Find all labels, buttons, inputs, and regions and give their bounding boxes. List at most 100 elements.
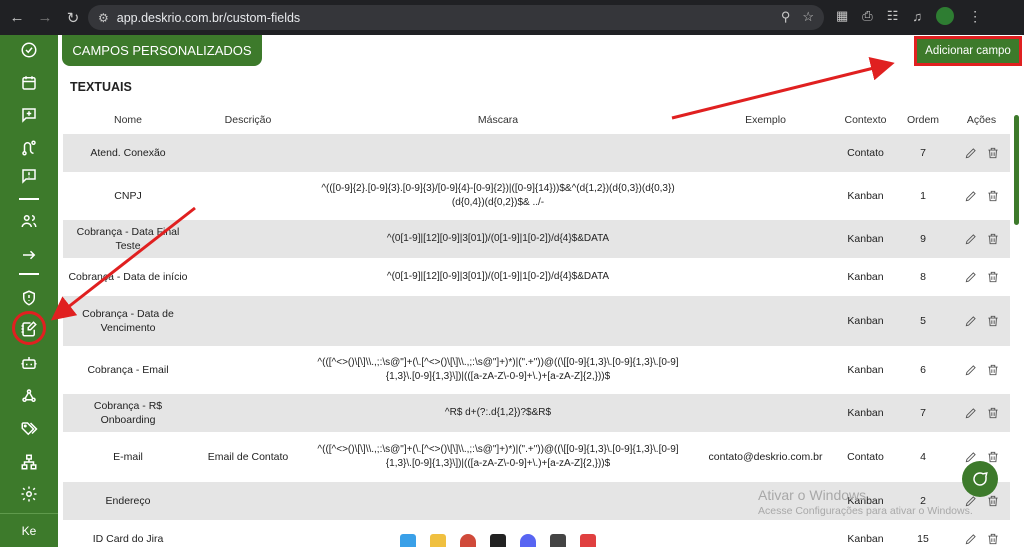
x-app-icon[interactable] xyxy=(550,534,566,547)
route-icon[interactable] xyxy=(0,135,58,161)
edit-pencil-icon[interactable] xyxy=(964,406,978,420)
watermark-line2: Acesse Configurações para ativar o Windo… xyxy=(758,505,973,517)
cell-name: E-mail xyxy=(113,451,143,463)
cell-mask: ^(0[1-9]|[12][0-9]|3[01])/(0[1-9]|1[0-2]… xyxy=(386,233,610,244)
file-explorer-icon[interactable] xyxy=(430,534,446,547)
shield-alert-icon[interactable] xyxy=(0,285,58,311)
chrome-icon[interactable] xyxy=(460,534,476,547)
add-field-button[interactable]: Adicionar campo xyxy=(917,39,1019,63)
header-name[interactable]: Nome xyxy=(63,105,193,134)
cell-example xyxy=(693,394,838,432)
cell-example xyxy=(693,172,838,220)
cell-order: 7 xyxy=(920,407,926,419)
table-header-row: Nome Descrição Máscara Exemplo Contexto … xyxy=(63,105,1010,134)
webhook-icon[interactable] xyxy=(0,383,58,409)
edit-pencil-icon[interactable] xyxy=(964,189,978,203)
cell-example xyxy=(693,134,838,172)
extensions-icon[interactable]: ▦ xyxy=(836,8,848,24)
table-row: Cobrança - Email ^(([^<>()\[\]\\.,;:\s@"]… xyxy=(63,346,1010,394)
table-row: Cobrança - R$ Onboarding ^R$ d+(?:.d{1,2}… xyxy=(63,394,1010,432)
trash-icon[interactable] xyxy=(986,314,1000,328)
check-circle-icon[interactable] xyxy=(0,37,58,63)
message-plus-icon[interactable] xyxy=(0,102,58,128)
header-example[interactable]: Exemplo xyxy=(693,105,838,134)
user-avatar[interactable]: Ke xyxy=(0,513,58,547)
cell-name: ID Card do Jira xyxy=(92,533,164,545)
header-actions: Ações xyxy=(966,113,997,126)
cell-order: 8 xyxy=(920,271,926,283)
trash-icon[interactable] xyxy=(986,406,1000,420)
network-icon[interactable] xyxy=(0,449,58,475)
table-row: Cobrança - Data de Vencimento Kanban 5 xyxy=(63,296,1010,346)
chat-bubble-icon xyxy=(973,472,988,486)
trash-icon[interactable] xyxy=(986,232,1000,246)
table-row: Atend. Conexão Contato 7 xyxy=(63,134,1010,172)
table-row: Cobrança - Data Final Teste ^(0[1-9]|[12]… xyxy=(63,220,1010,258)
cell-mask xyxy=(303,482,693,520)
cell-name: Endereço xyxy=(105,495,151,507)
cell-context: Kanban xyxy=(847,233,884,245)
app-icon-red[interactable] xyxy=(580,534,596,547)
users-icon[interactable] xyxy=(0,208,58,234)
forward-icon[interactable]: → xyxy=(34,7,56,29)
trash-icon[interactable] xyxy=(986,363,1000,377)
trash-icon[interactable] xyxy=(986,532,1000,546)
profile-avatar[interactable] xyxy=(936,7,955,25)
tags-icon[interactable] xyxy=(0,416,58,442)
edit-pencil-icon[interactable] xyxy=(964,314,978,328)
windows-activation-watermark: Ativar o Windows Acesse Configurações pa… xyxy=(758,487,973,517)
translate-icon[interactable]: ☷ xyxy=(887,8,899,24)
zoom-icon[interactable]: ⚲ xyxy=(781,9,791,25)
edit-pencil-icon[interactable] xyxy=(964,270,978,284)
media-icon[interactable]: ♫ xyxy=(912,9,922,24)
back-icon[interactable]: ← xyxy=(6,7,28,29)
cell-description: Email de Contato xyxy=(207,451,289,463)
print-icon[interactable]: ⎙ xyxy=(862,8,872,24)
trash-icon[interactable] xyxy=(986,270,1000,284)
trash-icon[interactable] xyxy=(986,189,1000,203)
cell-context: Kanban xyxy=(847,364,884,376)
edit-pencil-icon[interactable] xyxy=(964,232,978,246)
edit-pencil-icon[interactable] xyxy=(964,146,978,160)
sidebar-divider xyxy=(19,198,39,200)
cell-context: Kanban xyxy=(847,407,884,419)
cell-description xyxy=(193,220,303,258)
reload-icon[interactable]: ↻ xyxy=(62,7,84,29)
site-info-icon[interactable]: ⚙ xyxy=(98,11,109,25)
cell-mask: ^(0[1-9]|[12][0-9]|3[01])/(0[1-9]|1[0-2]… xyxy=(386,271,610,282)
address-bar[interactable]: ⚙ app.deskrio.com.br/custom-fields ⚲ ☆ xyxy=(88,5,824,30)
trash-icon[interactable] xyxy=(986,146,1000,160)
cell-name: Cobrança - R$ Onboarding xyxy=(93,400,163,426)
discord-icon[interactable] xyxy=(520,534,536,547)
header-context[interactable]: Contexto xyxy=(838,105,893,134)
watermark-line1: Ativar o Windows xyxy=(758,487,867,503)
cell-description xyxy=(193,134,303,172)
browser-toolbar: ← → ↻ ⚙ app.deskrio.com.br/custom-fields… xyxy=(0,0,1024,35)
menu-dots-icon[interactable]: ⋮ xyxy=(968,8,982,25)
cell-actions xyxy=(953,520,1010,547)
arrow-right-icon[interactable] xyxy=(0,242,58,268)
cell-mask: ^(([0-9]{2}.[0-9]{3}.[0-9]{3}/[0-9]{4}-[… xyxy=(321,183,675,208)
cell-name: Cobrança - Data Final Teste xyxy=(76,226,180,252)
edit-pencil-icon[interactable] xyxy=(964,363,978,377)
scrollbar-thumb[interactable] xyxy=(1014,115,1019,225)
cell-context: Kanban xyxy=(847,533,884,545)
bookmark-star-icon[interactable]: ☆ xyxy=(802,9,814,25)
bot-icon[interactable] xyxy=(0,350,58,376)
edit-pencil-icon[interactable] xyxy=(964,532,978,546)
calendar-icon[interactable] xyxy=(0,70,58,96)
table-row: E-mail Email de Contato ^(([^<>()\[\]\\.,;… xyxy=(63,432,1010,482)
header-description[interactable]: Descrição xyxy=(193,105,303,134)
add-field-button-highlight: Adicionar campo xyxy=(914,36,1022,66)
highlight-circle xyxy=(12,311,46,345)
page-title: CAMPOS PERSONALIZADOS xyxy=(62,35,262,66)
app-icon-dark[interactable] xyxy=(490,534,506,547)
trash-icon[interactable] xyxy=(986,494,1000,508)
chat-button[interactable] xyxy=(962,461,998,497)
cell-description xyxy=(193,296,303,346)
windows-start-icon[interactable] xyxy=(400,534,416,547)
settings-icon[interactable] xyxy=(0,481,58,507)
header-order[interactable]: Ordem xyxy=(893,105,953,134)
header-mask[interactable]: Máscara xyxy=(303,105,693,134)
message-alert-icon[interactable] xyxy=(0,163,58,189)
